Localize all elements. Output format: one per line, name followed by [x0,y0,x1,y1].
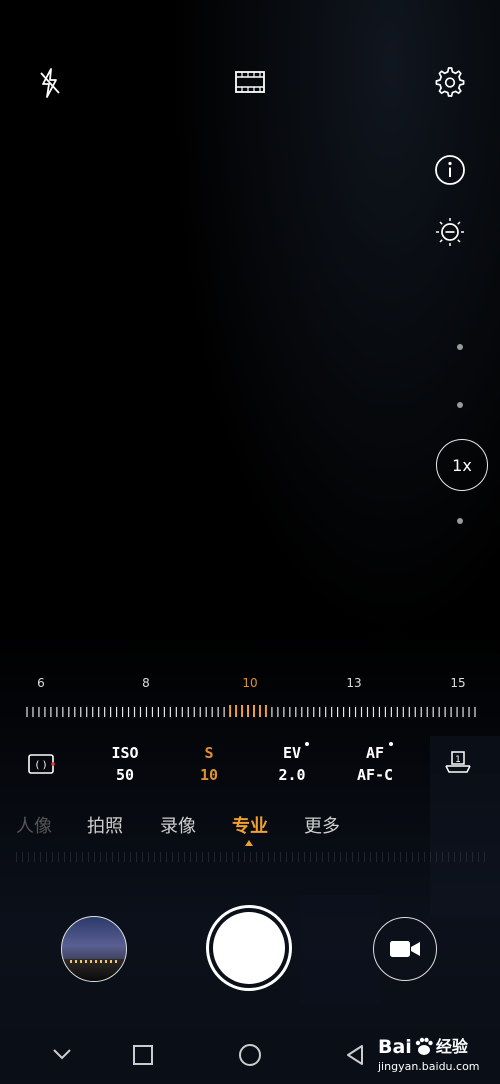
white-balance-icon: 1 [445,751,471,773]
scale-label: 13 [346,676,362,690]
flash-off-icon [40,68,60,98]
shutter-label: S [204,744,214,762]
shutter-button-inner [213,912,285,984]
nav-home-button[interactable] [236,1041,264,1069]
exposure-icon [436,218,464,246]
af-value: AF-C [356,766,394,784]
mode-more[interactable]: 更多 [304,812,340,838]
background-building [300,895,380,1005]
paw-icon [415,1037,433,1055]
shutter-setting[interactable]: S 10 [174,742,244,786]
scale-label: 6 [37,676,45,690]
iso-setting[interactable]: ISO 50 [90,742,160,786]
ev-label: EV [282,744,302,762]
zoom-level-label: 1x [452,455,472,475]
white-balance-button[interactable]: 1 [440,750,476,778]
video-camera-icon [390,941,420,957]
svg-text:( ): ( ) [36,760,47,771]
af-label: AF [365,744,385,762]
iso-value: 50 [115,766,135,784]
metering-icon: ( ) [28,754,55,774]
svg-text:1: 1 [455,755,461,765]
mode-scroll-track [16,852,486,862]
info-icon [435,155,465,185]
shutter-button[interactable] [206,905,292,991]
shutter-scale-ruler[interactable] [26,704,476,718]
watermark-brand: Bai [378,1036,412,1058]
metering-mode-button[interactable]: ( ) [22,748,62,778]
nav-back-button[interactable] [342,1042,368,1068]
nav-down-button[interactable] [48,1042,76,1066]
af-setting[interactable]: AF AF-C [340,742,410,786]
scale-label-active: 10 [242,676,258,690]
mode-photo[interactable]: 拍照 [87,812,123,838]
triangle-back-icon [347,1045,363,1065]
zoom-step-dot[interactable] [457,344,463,350]
zoom-level-button[interactable]: 1x [436,439,488,491]
shutter-value: 10 [199,766,219,784]
watermark-url: jingyan.baidu.com [378,1060,480,1073]
settings-button[interactable] [432,64,468,100]
mode-portrait[interactable]: 人像 [16,812,52,838]
info-button[interactable] [434,154,466,186]
flash-off-button[interactable] [34,66,66,100]
gallery-thumbnail[interactable] [61,916,127,982]
watermark-brand-suffix: 经验 [435,1037,468,1056]
nav-recents-button[interactable] [130,1042,156,1068]
scale-label: 15 [450,676,466,690]
record-video-button[interactable] [373,917,437,981]
zoom-step-dot[interactable] [457,518,463,524]
baidu-watermark: Bai 经验 jingyan.baidu.com [378,1036,496,1080]
film-icon [235,71,265,93]
mode-pro[interactable]: 专业 [232,812,268,838]
gear-icon [435,67,465,97]
af-modified-dot [389,742,393,746]
square-recents-icon [133,1045,153,1065]
ev-modified-dot [305,742,309,746]
chevron-down-icon [53,1049,71,1060]
scale-label: 8 [142,676,150,690]
exposure-button[interactable] [434,216,466,248]
video-mode-button[interactable] [232,66,268,98]
mode-video[interactable]: 录像 [160,812,196,838]
zoom-step-dot[interactable] [457,402,463,408]
ev-value: 2.0 [278,766,306,784]
iso-label: ISO [111,744,139,762]
circle-home-icon [239,1044,261,1066]
active-mode-indicator [245,840,253,846]
ev-setting[interactable]: EV 2.0 [257,742,327,786]
